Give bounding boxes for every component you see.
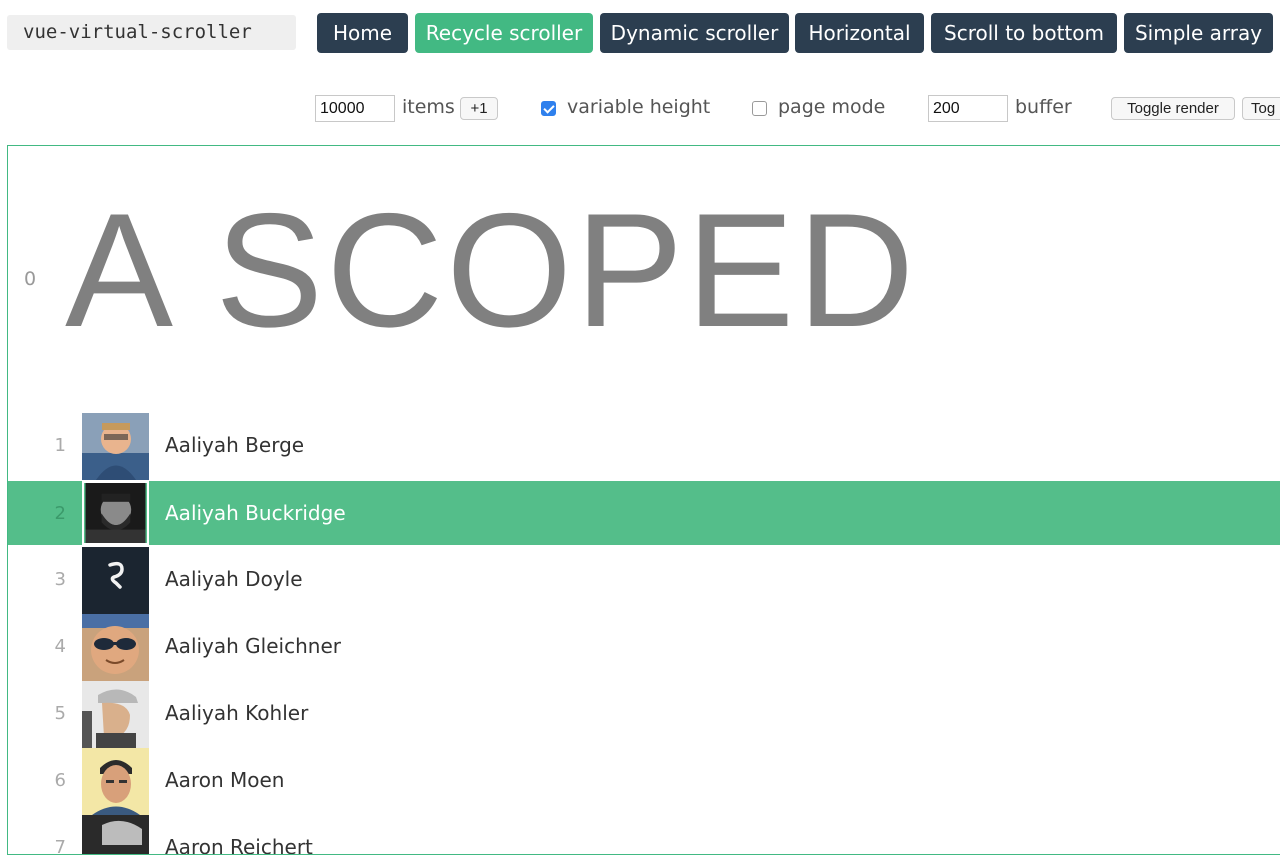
row-name: Aaron Reichert xyxy=(165,835,313,855)
list-item[interactable]: 4 Aaliyah Gleichner xyxy=(8,614,1280,681)
buffer-input[interactable]: 200 xyxy=(928,95,1008,122)
avatar-sunglasses-man-icon xyxy=(82,614,149,681)
row-name: Aaliyah Gleichner xyxy=(165,634,341,658)
row-index: 7 xyxy=(54,837,66,855)
nav-dynamic-scroller-button[interactable]: Dynamic scroller xyxy=(600,13,789,53)
row-index: 5 xyxy=(54,703,66,724)
list-item[interactable]: 6 Aaron Moen xyxy=(8,748,1280,815)
toggle-render-button[interactable]: Toggle render xyxy=(1111,97,1235,120)
items-label: items xyxy=(402,96,455,118)
avatar-bw-photo-icon xyxy=(82,815,149,854)
avatar-cap-profile-icon xyxy=(82,681,149,748)
item-count-input[interactable]: 10000 xyxy=(315,95,395,122)
variable-height-checkbox[interactable] xyxy=(541,101,556,116)
nav-scroll-to-bottom-button[interactable]: Scroll to bottom xyxy=(931,13,1117,53)
row-name: Aaliyah Kohler xyxy=(165,701,309,725)
avatar-bearded-man-bw-icon xyxy=(82,481,149,545)
row-index: 3 xyxy=(54,569,66,590)
page-mode-checkbox[interactable] xyxy=(752,101,767,116)
list-item[interactable]: 1 Aaliyah Berge xyxy=(8,413,1280,480)
nav-simple-array-button[interactable]: Simple array xyxy=(1124,13,1273,53)
controls-bar: 10000 items +1 variable height page mode… xyxy=(0,88,1280,128)
nav-home-button[interactable]: Home xyxy=(317,13,408,53)
row-name: Aaron Moen xyxy=(165,768,285,792)
nav-horizontal-button[interactable]: Horizontal xyxy=(795,13,924,53)
buffer-label: buffer xyxy=(1015,96,1072,118)
avatar-man-yellow-bg-icon xyxy=(82,748,149,815)
page-mode-label: page mode xyxy=(778,96,886,118)
row-index: 2 xyxy=(54,503,66,524)
row-name: Aaliyah Doyle xyxy=(165,567,303,591)
row-name: Aaliyah Buckridge xyxy=(165,501,346,525)
avatar-dark-logo-icon xyxy=(82,547,149,614)
letter-title: A SCOPED xyxy=(65,180,918,361)
row-index: 1 xyxy=(54,435,66,456)
row-name: Aaliyah Berge xyxy=(165,433,305,457)
avatar-person-glasses-icon xyxy=(82,413,149,480)
row-index: 6 xyxy=(54,770,66,791)
variable-height-label: variable height xyxy=(567,96,711,118)
toggle-second-button[interactable]: Tog xyxy=(1242,97,1280,120)
top-bar: vue-virtual-scroller Home Recycle scroll… xyxy=(0,0,1280,60)
letter-index: 0 xyxy=(24,268,37,290)
virtual-scroller[interactable]: 0 A SCOPED 1 Aaliyah Berge 2 Aaliyah Buc… xyxy=(7,145,1280,855)
list-item-selected[interactable]: 2 Aaliyah Buckridge xyxy=(8,481,1280,545)
letter-group-header: 0 A SCOPED xyxy=(8,146,1280,411)
nav-recycle-scroller-button[interactable]: Recycle scroller xyxy=(415,13,593,53)
row-index: 4 xyxy=(54,636,66,657)
list-item[interactable]: 7 Aaron Reichert xyxy=(8,815,1280,855)
list-item[interactable]: 3 Aaliyah Doyle xyxy=(8,547,1280,614)
list-item[interactable]: 5 Aaliyah Kohler xyxy=(8,681,1280,748)
library-name: vue-virtual-scroller xyxy=(7,15,296,50)
add-one-button[interactable]: +1 xyxy=(460,97,498,120)
